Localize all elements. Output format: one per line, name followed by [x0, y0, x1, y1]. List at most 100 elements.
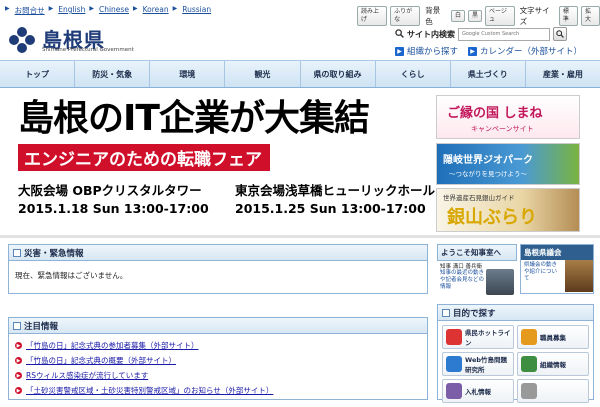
notice-list: ▶ 「竹島の日」記念式典の参加者募集（外部サイト） ▶ 「竹島の日」記念式典の概要（…	[9, 334, 427, 406]
bidding-button[interactable]: 入札情報	[442, 379, 514, 403]
search-button[interactable]	[553, 27, 567, 41]
purpose-header: 目的で探す	[438, 305, 593, 321]
section-icon	[13, 321, 21, 330]
bullet-arrow-icon: ▶	[15, 387, 22, 394]
arrow-right-icon: ▶	[468, 46, 478, 56]
nav-top[interactable]: トップ	[0, 61, 76, 87]
russian-link[interactable]: Russian	[182, 5, 211, 16]
governor-office-title: ようこそ知事室へ	[437, 244, 517, 261]
list-item: ▶ 「竹島の日」記念式典の概要（外部サイト）	[15, 355, 421, 366]
nav-tourism[interactable]: 観光	[225, 61, 301, 87]
hotline-icon	[446, 329, 462, 345]
prefectural-assembly-card[interactable]: 島根県議会 県議会の動きや紹介について	[520, 244, 594, 294]
governor-office-card[interactable]: ようこそ知事室へ 知事 溝口 善兵衛 知事の最近の動きや記者会見などの情報	[437, 244, 517, 295]
promo-oki-title: 隠岐世界ジオパーク	[443, 155, 533, 166]
tile-icon	[521, 383, 537, 399]
top-utility-bar: ▶ お問合せ ▶ English ▶ Chinese ▶ Korean ▶ Russian…	[0, 0, 600, 26]
arrow-icon: ▶	[48, 5, 54, 12]
english-link[interactable]: English	[58, 5, 85, 16]
tile-label: 職員募集	[540, 334, 566, 342]
governor-office-text: 知事の最近の動きや記者会見などの情報	[440, 270, 485, 290]
bg-beige-button[interactable]: ベージュ	[484, 6, 515, 26]
nav-living[interactable]: くらし	[376, 61, 451, 87]
org-search-link[interactable]: ▶ 組織から探す	[395, 45, 458, 57]
promo-ginzan-title: 世界遺産石見銀山ガイド	[443, 194, 515, 202]
assembly-photo	[565, 260, 593, 292]
notice-link[interactable]: 「竹島の日」記念式典の概要（外部サイト）	[26, 355, 176, 366]
search-input[interactable]	[458, 27, 550, 41]
bg-white-button[interactable]: 白	[450, 10, 465, 22]
promo-iwami-ginzan[interactable]: 世界遺産石見銀山ガイド 銀山ぶらり	[436, 188, 580, 232]
takeshima-icon	[446, 356, 462, 372]
purpose-tile[interactable]	[517, 379, 589, 403]
governor-photo	[486, 269, 514, 295]
calendar-link[interactable]: ▶ カレンダー（外部サイト）	[468, 45, 582, 57]
hotline-button[interactable]: 県民ホットライン	[442, 325, 514, 349]
disaster-title: 災害・緊急情報	[24, 248, 84, 259]
banner-venue-tokyo: 東京会場浅草橋ヒューリックホール	[235, 183, 436, 198]
promo-goen-sub: キャンペーンサイト	[471, 125, 534, 133]
bullet-arrow-icon: ▶	[15, 357, 22, 364]
list-item: ▶ RSウィルス感染症が流行しています	[15, 370, 421, 381]
bullet-arrow-icon: ▶	[15, 342, 22, 349]
bg-black-button[interactable]: 黒	[467, 10, 482, 22]
calendar-label: カレンダー（外部サイト）	[480, 47, 583, 57]
notice-link[interactable]: RSウィルス感染症が流行しています	[26, 370, 148, 381]
notice-link[interactable]: 「土砂災害警戒区域・土砂災害特別警戒区域」のお知らせ（外部サイト）	[26, 385, 273, 396]
purpose-title: 目的で探す	[453, 308, 496, 319]
nav-environment[interactable]: 環境	[150, 61, 226, 87]
site-search: サイト内検索	[395, 27, 567, 41]
contact-link[interactable]: お問合せ	[15, 5, 45, 16]
arrow-icon: ▶	[5, 5, 10, 12]
list-item: ▶ 「竹島の日」記念式典の参加者募集（外部サイト）	[15, 340, 421, 351]
font-standard-button[interactable]: 標準	[558, 6, 578, 26]
banner-subtitle: エンジニアのための転職フェア	[18, 144, 270, 171]
language-links: ▶ お問合せ ▶ English ▶ Chinese ▶ Korean ▶ Russian	[5, 5, 211, 16]
notice-link[interactable]: 「竹島の日」記念式典の参加者募集（外部サイト）	[26, 340, 199, 351]
takeshima-button[interactable]: Web竹島問題研究所	[442, 352, 514, 376]
disaster-header: 災害・緊急情報	[9, 245, 427, 261]
nav-initiatives[interactable]: 県の取り組み	[301, 61, 376, 87]
notice-panel: 注目情報 ▶ 「竹島の日」記念式典の参加者募集（外部サイト） ▶ 「竹島の日」記念式…	[8, 317, 428, 400]
assembly-text: 県議会の動きや紹介について	[524, 262, 558, 282]
recruitment-icon	[521, 329, 537, 345]
nav-industry[interactable]: 産業・雇用	[526, 61, 600, 87]
notice-title: 注目情報	[24, 321, 59, 332]
header-links: ▶ 組織から探す ▶ カレンダー（外部サイト）	[395, 45, 582, 57]
promo-oki-geopark[interactable]: 隠岐世界ジオパーク 〜つながりを見つけよう〜	[436, 143, 580, 185]
disaster-body: 現在、緊急情報はございません。	[15, 271, 128, 280]
font-large-button[interactable]: 拡大	[580, 6, 600, 26]
main-nav: トップ 防災・気象 環境 観光 県の取り組み くらし 県土づくり 産業・雇用	[0, 60, 600, 88]
search-icon	[556, 30, 564, 38]
tile-label: 組織情報	[540, 361, 566, 369]
bidding-icon	[446, 383, 462, 399]
recruitment-button[interactable]: 職員募集	[517, 325, 589, 349]
arrow-icon: ▶	[172, 5, 178, 12]
banner-title: 島根のIT企業が大集結	[18, 98, 370, 139]
purpose-grid: 県民ホットライン 職員募集 Web竹島問題研究所 組織情報 入札情報	[438, 321, 593, 407]
arrow-icon: ▶	[132, 5, 138, 12]
nav-land[interactable]: 県土づくり	[451, 61, 526, 87]
font-size-label: 文字サイズ	[519, 6, 550, 26]
arrow-right-icon: ▶	[395, 46, 404, 56]
arrow-icon: ▶	[89, 5, 94, 12]
search-label: サイト内検索	[407, 29, 455, 39]
shimane-logo-icon[interactable]	[8, 26, 36, 54]
promo-goen-title: ご縁の国 しまね	[447, 106, 543, 121]
tile-label: 県民ホットライン	[465, 329, 511, 347]
purpose-search-panel: 目的で探す 県民ホットライン 職員募集 Web竹島問題研究所 組織情報 入札情報	[437, 304, 594, 403]
chinese-link[interactable]: Chinese	[99, 5, 129, 16]
read-aloud-button[interactable]: 読み上げ	[357, 6, 388, 26]
banner-date-osaka: 2015.1.18 Sun 13:00-17:00	[18, 201, 209, 216]
org-info-button[interactable]: 組織情報	[517, 352, 589, 376]
section-icon	[442, 308, 450, 317]
org-info-icon	[521, 356, 537, 372]
bg-color-label: 背景色	[425, 6, 441, 26]
disaster-info-panel: 災害・緊急情報 現在、緊急情報はございません。	[8, 244, 428, 294]
site-subtitle: Shimane Prefectural Government	[42, 47, 134, 53]
promo-goen-campaign[interactable]: ご縁の国 しまね キャンペーンサイト	[436, 95, 580, 139]
korean-link[interactable]: Korean	[143, 5, 169, 16]
furigana-button[interactable]: ふりがな	[390, 6, 421, 26]
nav-disaster[interactable]: 防災・気象	[75, 61, 151, 87]
accessibility-tools: 読み上げ ふりがな 背景色 白 黒 ベージュ 文字サイズ 標準 拡大	[357, 5, 600, 27]
